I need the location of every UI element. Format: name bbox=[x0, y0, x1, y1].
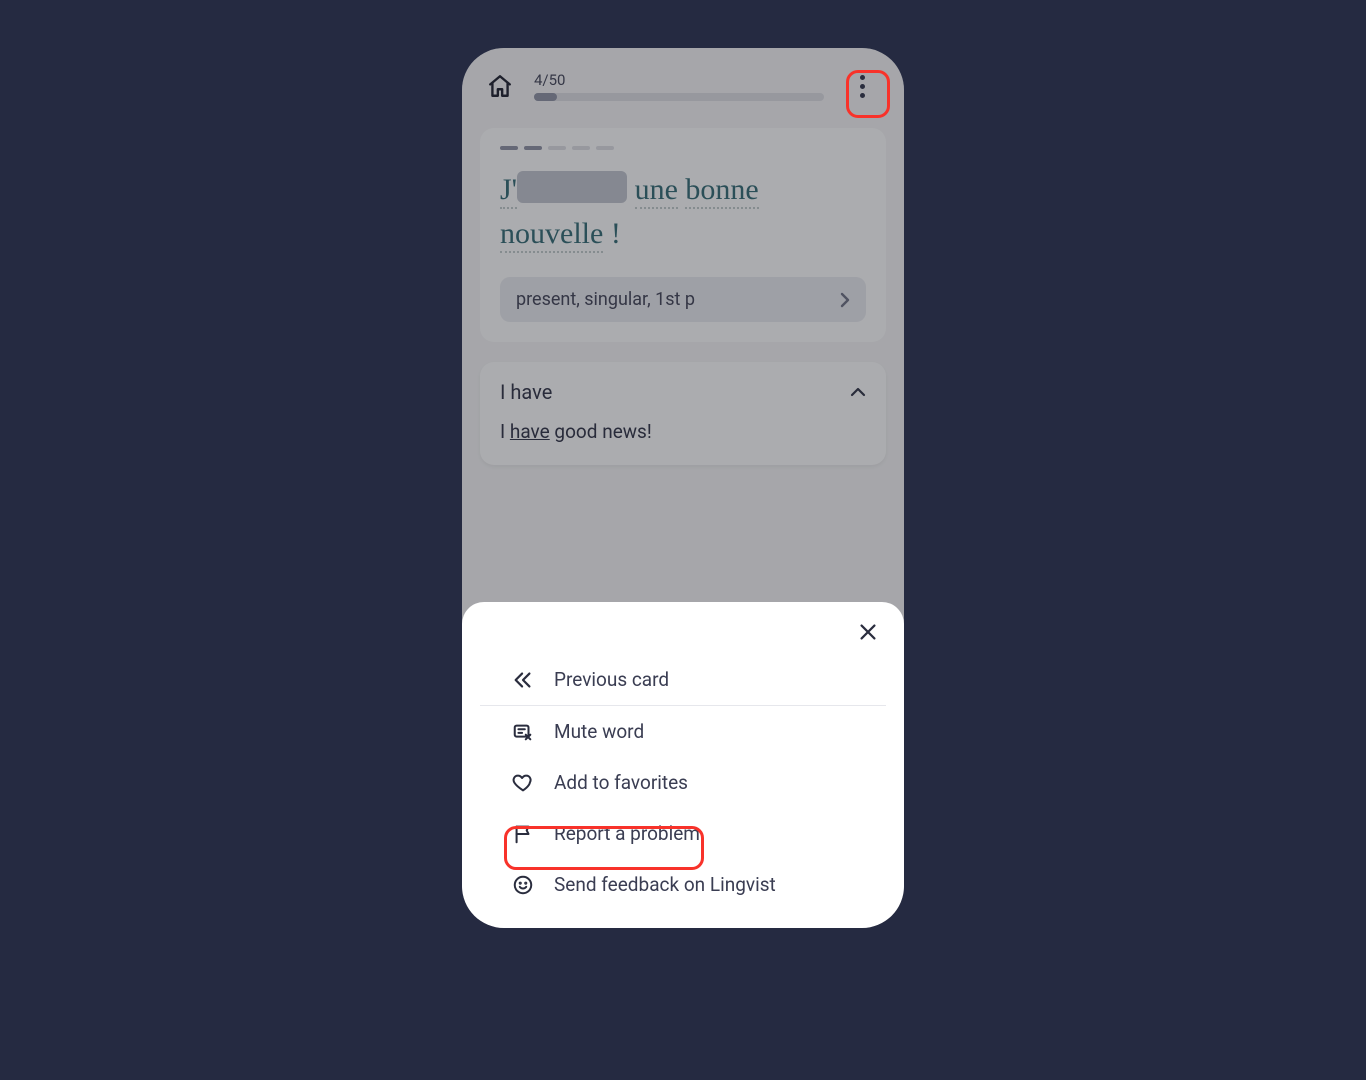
sentence: J' une bonne nouvelle ! bbox=[500, 168, 866, 255]
feedback-icon bbox=[510, 874, 536, 896]
sentence-word: une bbox=[635, 173, 678, 209]
menu-label: Mute word bbox=[554, 720, 644, 743]
top-bar: 4/50 bbox=[462, 48, 904, 116]
home-button[interactable] bbox=[484, 70, 516, 102]
close-button[interactable] bbox=[852, 616, 884, 648]
menu-list: Previous card Mute word Add to favorites bbox=[462, 654, 904, 910]
menu-label: Report a problem bbox=[554, 822, 700, 845]
translation-header: I have bbox=[500, 380, 866, 404]
menu-report-problem[interactable]: Report a problem bbox=[462, 808, 904, 859]
translation-body: I have good news! bbox=[500, 420, 866, 443]
phone-frame: 4/50 J' une bonne nouvelle ! present, si… bbox=[462, 48, 904, 928]
menu-label: Add to favorites bbox=[554, 771, 688, 794]
translation-underline: have bbox=[510, 420, 550, 443]
menu-add-favorites[interactable]: Add to favorites bbox=[462, 757, 904, 808]
menu-send-feedback[interactable]: Send feedback on Lingvist bbox=[462, 859, 904, 910]
translation-prefix: I bbox=[500, 420, 510, 443]
more-button[interactable] bbox=[842, 66, 882, 106]
home-icon bbox=[487, 73, 513, 99]
translation-suffix: good news! bbox=[550, 420, 652, 443]
menu-label: Send feedback on Lingvist bbox=[554, 873, 776, 896]
grammar-hint[interactable]: present, singular, 1st p bbox=[500, 277, 866, 322]
word-progress-dots bbox=[500, 146, 866, 150]
close-icon bbox=[857, 621, 879, 643]
sentence-word: bonne bbox=[685, 173, 758, 209]
progress-track bbox=[534, 93, 824, 101]
progress-fill bbox=[534, 93, 557, 101]
menu-previous-card[interactable]: Previous card bbox=[462, 654, 904, 705]
heart-icon bbox=[510, 772, 536, 794]
answer-blank[interactable] bbox=[517, 171, 627, 203]
progress: 4/50 bbox=[534, 71, 824, 101]
menu-label: Previous card bbox=[554, 668, 669, 691]
chevron-right-icon bbox=[840, 292, 850, 308]
exercise-card: J' une bonne nouvelle ! present, singula… bbox=[480, 128, 886, 342]
translation-card[interactable]: I have I have good news! bbox=[480, 362, 886, 465]
sentence-word: nouvelle bbox=[500, 217, 603, 253]
progress-label: 4/50 bbox=[534, 71, 824, 89]
sentence-prefix: J' bbox=[500, 173, 517, 209]
grammar-hint-text: present, singular, 1st p bbox=[516, 289, 695, 310]
mute-icon bbox=[510, 721, 536, 743]
bottom-sheet: Previous card Mute word Add to favorites bbox=[462, 602, 904, 928]
sentence-punct: ! bbox=[611, 217, 621, 250]
translation-header-text: I have bbox=[500, 380, 552, 404]
more-vertical-icon bbox=[860, 75, 865, 98]
previous-icon bbox=[510, 669, 536, 691]
menu-mute-word[interactable]: Mute word bbox=[462, 706, 904, 757]
chevron-up-icon bbox=[850, 387, 866, 397]
flag-icon bbox=[510, 823, 536, 845]
